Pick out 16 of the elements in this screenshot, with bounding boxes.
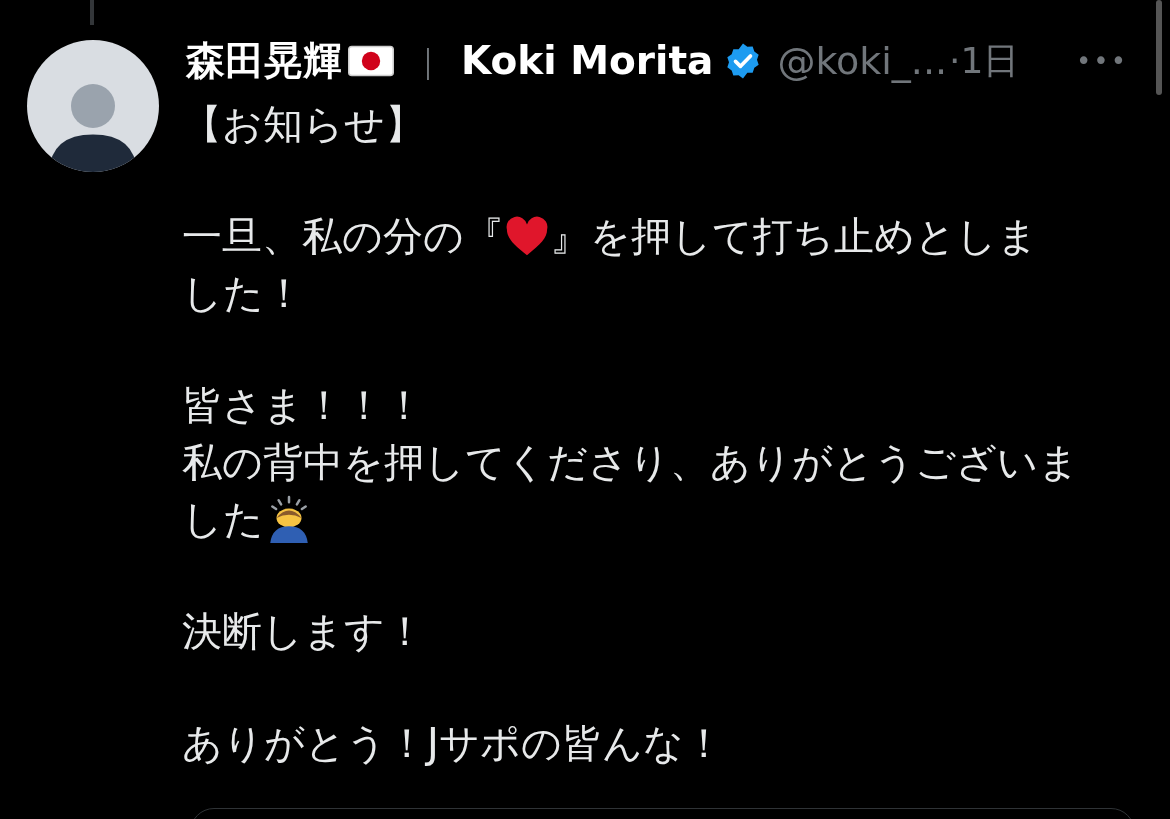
post-text: した！ [182, 269, 304, 318]
post-time[interactable]: ·1日 [949, 34, 1020, 88]
post-text: 決断します！ [182, 607, 425, 656]
secondary-name: Koki Morita [461, 36, 714, 85]
post-text: 』を押して打ち止めとしま [550, 212, 1038, 261]
user-handle[interactable]: @koki_... [777, 32, 948, 90]
name-separator: ｜ [412, 41, 443, 82]
post-text: 私の背中を押してくださり、ありがとうございま [182, 438, 1079, 487]
flag-icon [348, 45, 394, 77]
post-text: 皆さま！！！ [182, 381, 424, 430]
post-text: ありがとう！Jサポの皆んな！ [182, 719, 724, 768]
display-name[interactable]: 森田晃輝 [186, 31, 342, 91]
post-text: した [182, 495, 264, 544]
post-text: 【お知らせ】 [182, 100, 425, 149]
more-button[interactable]: ••• [1076, 41, 1128, 81]
post-text: 一旦、私の分の『 [182, 212, 504, 261]
